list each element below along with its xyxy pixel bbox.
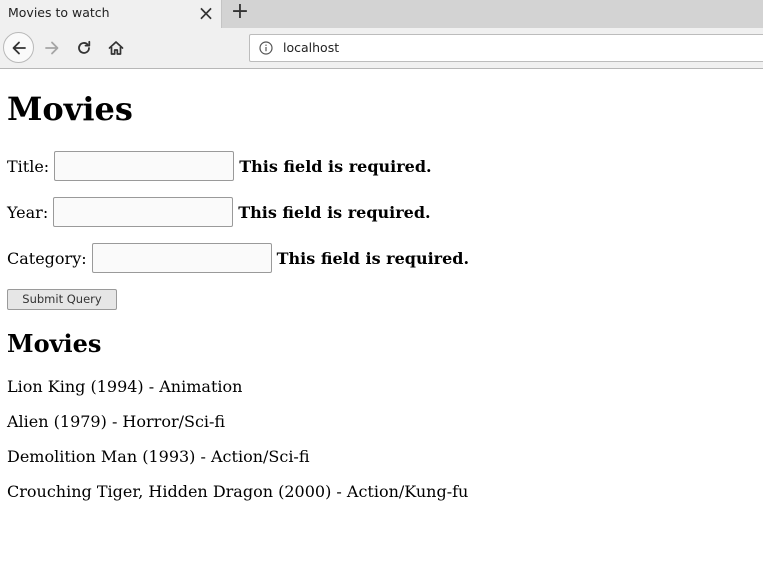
year-input[interactable] [53, 197, 234, 227]
category-field-row: Category: This field is required. [7, 243, 469, 273]
title-input[interactable] [54, 151, 235, 181]
movies-list-heading: Movies [7, 329, 102, 358]
movie-list: Lion King (1994) - Animation Alien (1979… [7, 376, 468, 516]
category-input[interactable] [91, 243, 272, 273]
info-icon[interactable] [259, 41, 273, 55]
tab-title: Movies to watch [8, 5, 110, 20]
close-tab-icon[interactable]: × [195, 2, 217, 24]
arrow-right-icon [45, 41, 59, 55]
category-label: Category: [7, 248, 87, 268]
title-error: This field is required. [239, 156, 432, 176]
year-error: This field is required. [238, 202, 431, 222]
title-label: Title: [7, 156, 50, 176]
page-title: Movies [7, 90, 133, 128]
back-button[interactable] [3, 32, 34, 63]
year-label: Year: [7, 202, 49, 222]
movie-item: Lion King (1994) - Animation [7, 377, 243, 396]
home-button[interactable] [104, 36, 128, 60]
browser-chrome: Movies to watch × + localhost [0, 0, 763, 69]
navigation-bar: localhost [0, 28, 763, 69]
url-text: localhost [283, 40, 340, 55]
reload-button[interactable] [72, 36, 96, 60]
category-error: This field is required. [276, 248, 470, 268]
movie-item: Demolition Man (1993) - Action/Sci-fi [7, 447, 310, 466]
new-tab-icon[interactable]: + [228, 1, 252, 25]
year-field-row: Year: This field is required. [7, 197, 431, 227]
movie-item: Crouching Tiger, Hidden Dragon (2000) - … [7, 482, 469, 501]
url-bar[interactable]: localhost [249, 34, 763, 62]
tab-strip: Movies to watch × + [0, 0, 763, 28]
title-field-row: Title: This field is required. [7, 151, 432, 181]
home-icon [108, 41, 124, 55]
active-tab[interactable]: Movies to watch × [0, 0, 222, 28]
arrow-left-icon [12, 41, 26, 54]
movie-item: Alien (1979) - Horror/Sci-fi [7, 412, 226, 431]
forward-button[interactable] [40, 36, 64, 60]
submit-button[interactable]: Submit Query [7, 289, 117, 310]
reload-icon [78, 40, 91, 54]
